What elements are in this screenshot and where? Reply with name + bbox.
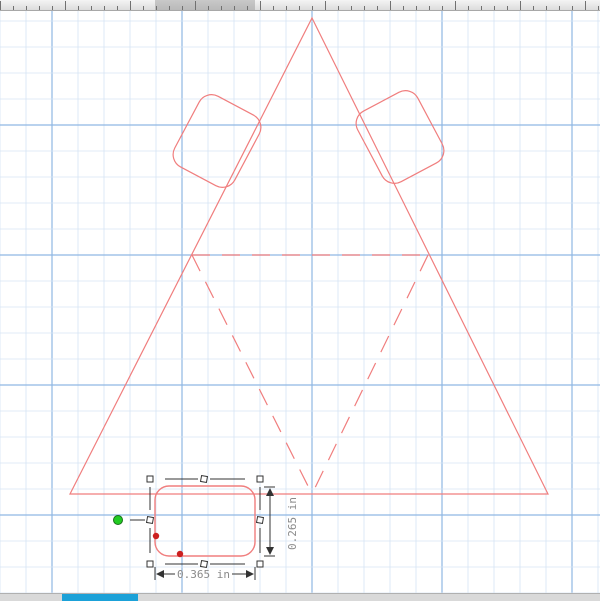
ruler-tick [182, 6, 183, 10]
ruler-tick [130, 1, 131, 10]
ruler-tick [221, 6, 222, 10]
grid [0, 11, 600, 594]
ruler-tick [481, 6, 482, 10]
ruler-tick [494, 6, 495, 10]
green-anchor-dot-icon[interactable] [113, 515, 123, 525]
ruler-tick [403, 6, 404, 10]
ruler-tick [247, 6, 248, 10]
ruler-tick [65, 1, 66, 10]
ruler-tick [507, 6, 508, 10]
ruler-tick [364, 6, 365, 10]
ruler-tick [559, 6, 560, 10]
ruler-tick [455, 1, 456, 10]
handle-bottom-left[interactable] [146, 560, 154, 568]
fold-line-left [191, 254, 313, 495]
fold-lines [191, 254, 429, 495]
fold-line-right [311, 254, 429, 495]
ruler-tick [234, 6, 235, 10]
handle-top-left[interactable] [146, 475, 154, 483]
ruler-tick [143, 6, 144, 10]
ruler-tick [325, 1, 326, 10]
ruler-selection-highlight [155, 0, 255, 10]
triangle-cut-shape[interactable] [69, 16, 549, 495]
ruler-tick [520, 1, 521, 10]
ruler-tick [351, 6, 352, 10]
ruler-tick [533, 6, 534, 10]
ruler-tick [546, 6, 547, 10]
ruler-tick [195, 1, 196, 10]
ruler-tick [52, 6, 53, 10]
ruler-tick [156, 6, 157, 10]
ruler-tick [572, 6, 573, 10]
canvas-svg: 0.265 in 0.365 in [0, 11, 600, 594]
red-node-dot-icon[interactable] [176, 550, 184, 558]
ruler-tick [169, 6, 170, 10]
design-canvas[interactable]: 0.265 in 0.365 in [0, 11, 600, 594]
rounded-square-right[interactable] [351, 86, 449, 189]
ruler-tick [260, 1, 261, 10]
ruler-tick [377, 6, 378, 10]
height-dimension-label: 0.265 in [286, 497, 299, 550]
ruler-tick [468, 6, 469, 10]
ruler-tick [429, 6, 430, 10]
ruler-tick [312, 6, 313, 10]
ruler-tick [338, 6, 339, 10]
ruler-tick [585, 1, 586, 10]
handle-top-right[interactable] [256, 475, 264, 483]
ruler-tick [0, 1, 1, 10]
handle-top-middle[interactable] [199, 474, 209, 484]
ruler-tick [273, 6, 274, 10]
ruler-tick [117, 6, 118, 10]
ruler-tick [416, 6, 417, 10]
ruler-tick [286, 6, 287, 10]
ruler-tick [104, 6, 105, 10]
ruler-tick [39, 6, 40, 10]
handle-middle-right[interactable] [255, 515, 265, 525]
handle-bottom-middle[interactable] [199, 559, 209, 569]
height-dimension [264, 486, 275, 557]
ruler-tick [26, 6, 27, 10]
red-node-dot-icon[interactable] [152, 532, 160, 540]
ruler-tick [208, 6, 209, 10]
handle-middle-left[interactable] [145, 515, 155, 525]
ruler-tick [598, 6, 599, 10]
ruler-tick [91, 6, 92, 10]
top-ruler[interactable] [0, 0, 600, 11]
width-dimension-label: 0.365 in [177, 568, 230, 581]
ruler-tick [78, 6, 79, 10]
ruler-tick [442, 6, 443, 10]
selected-rounded-rect[interactable] [154, 485, 256, 557]
handle-bottom-right[interactable] [256, 560, 264, 568]
ruler-tick [13, 6, 14, 10]
ruler-tick [390, 1, 391, 10]
ruler-tick [299, 6, 300, 10]
